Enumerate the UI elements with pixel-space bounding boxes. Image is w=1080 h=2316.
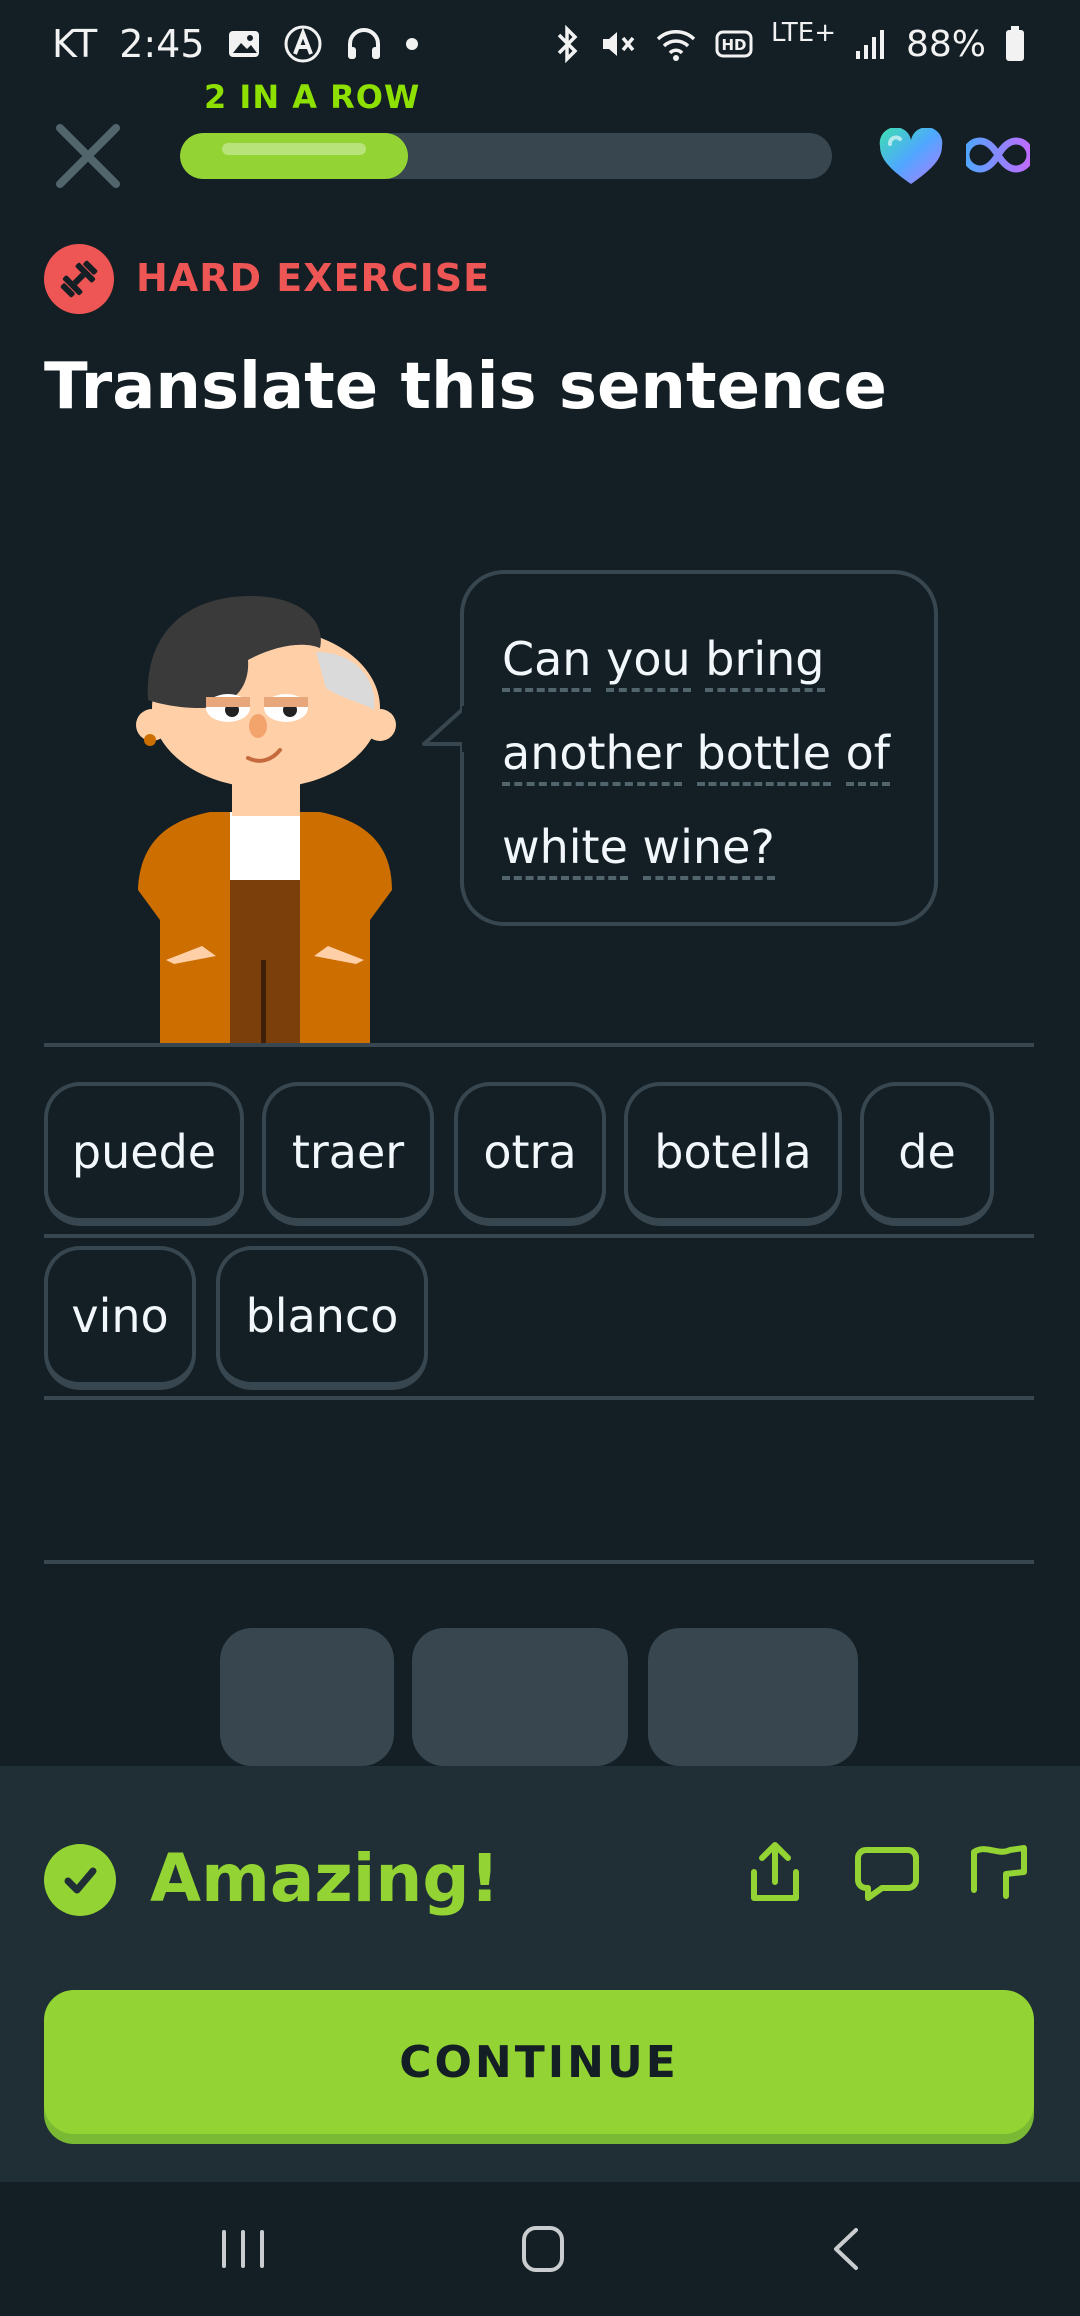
battery-percent: 88% — [905, 23, 986, 65]
share-button[interactable] — [740, 1838, 810, 1908]
prompt-word[interactable]: bottle — [696, 726, 832, 786]
prompt-word[interactable]: of — [845, 726, 890, 786]
hearts-button[interactable] — [878, 127, 944, 186]
home-icon — [522, 2226, 564, 2272]
progress-highlight — [222, 143, 367, 155]
answer-word-tile[interactable]: de — [860, 1082, 994, 1226]
bluetooth-icon — [553, 25, 581, 63]
notification-dot-icon — [405, 37, 419, 51]
answer-word-tile[interactable]: botella — [624, 1082, 842, 1226]
word-bank-empty-slot — [220, 1628, 394, 1766]
answer-line-2 — [44, 1234, 1034, 1238]
close-icon — [56, 124, 120, 188]
recents-icon — [222, 2230, 264, 2268]
continue-button[interactable]: CONTINUE — [44, 1990, 1034, 2134]
prompt-line: Can you bring — [502, 612, 890, 706]
svg-text:HD: HD — [721, 36, 746, 54]
mute-icon — [599, 25, 637, 63]
prompt-line: another bottle of — [502, 706, 890, 800]
signal-icon — [854, 27, 888, 61]
prompt-line: white wine? — [502, 800, 890, 894]
clock: 2:45 — [119, 22, 205, 66]
flag-icon — [971, 1845, 1027, 1899]
headphones-icon — [345, 25, 383, 63]
hard-exercise-badge — [44, 244, 114, 314]
answer-word-tile[interactable]: vino — [44, 1246, 196, 1390]
status-bar-right: HD LTE+ 88% — [553, 18, 1026, 70]
back-icon — [834, 2228, 858, 2270]
feedback-title: Amazing! — [150, 1840, 500, 1917]
answer-line-3 — [44, 1396, 1034, 1400]
back-button[interactable] — [812, 2216, 882, 2282]
hard-exercise-label: HARD EXERCISE — [136, 256, 491, 300]
prompt-word[interactable]: bring — [705, 632, 825, 692]
word-bank-empty-slot — [412, 1628, 628, 1766]
streak-label: 2 IN A ROW — [204, 78, 421, 116]
comment-button[interactable] — [852, 1838, 922, 1908]
network-type: LTE+ — [770, 18, 836, 48]
exercise-title: Translate this sentence — [44, 350, 887, 424]
comment-icon — [855, 1847, 919, 1901]
answer-word-tile[interactable]: puede — [44, 1082, 244, 1226]
answer-line-1 — [44, 1043, 1034, 1047]
carrier-label: KT — [52, 22, 98, 66]
close-button[interactable] — [52, 120, 124, 192]
home-button[interactable] — [508, 2216, 578, 2282]
prompt-word[interactable]: white — [502, 820, 628, 880]
share-icon — [751, 1842, 799, 1901]
recents-button[interactable] — [208, 2216, 278, 2282]
infinite-lives-indicator — [962, 132, 1034, 178]
hd-icon: HD — [715, 27, 753, 61]
character-icon — [136, 596, 396, 1045]
answer-word-tile[interactable]: blanco — [216, 1246, 428, 1390]
prompt-word[interactable]: you — [606, 632, 691, 692]
dumbbell-icon — [60, 260, 98, 298]
answer-word-tile[interactable]: traer — [262, 1082, 434, 1226]
gallery-icon — [227, 27, 261, 61]
answer-line-4 — [44, 1560, 1034, 1564]
answer-word-tile[interactable]: otra — [454, 1082, 606, 1226]
speech-bubble-tail — [420, 706, 470, 756]
accessibility-icon — [283, 24, 323, 64]
prompt-word[interactable]: another — [502, 726, 682, 786]
check-icon — [64, 1867, 97, 1894]
prompt-word[interactable]: Can — [502, 632, 592, 692]
infinity-icon — [962, 137, 1034, 173]
word-bank-empty-slot — [648, 1628, 858, 1766]
status-bar-left: KT 2:45 — [52, 18, 419, 70]
report-button[interactable] — [966, 1838, 1036, 1908]
character-illustration — [130, 590, 400, 1045]
lesson-progress-bar — [180, 133, 832, 179]
progress-fill — [180, 133, 409, 179]
heart-icon — [879, 127, 943, 184]
wifi-icon — [655, 26, 697, 62]
prompt-word[interactable]: wine? — [642, 820, 775, 880]
correct-badge — [44, 1844, 116, 1916]
battery-icon — [1004, 25, 1026, 63]
prompt-sentence: Can you bring another bottle of white wi… — [502, 612, 890, 894]
